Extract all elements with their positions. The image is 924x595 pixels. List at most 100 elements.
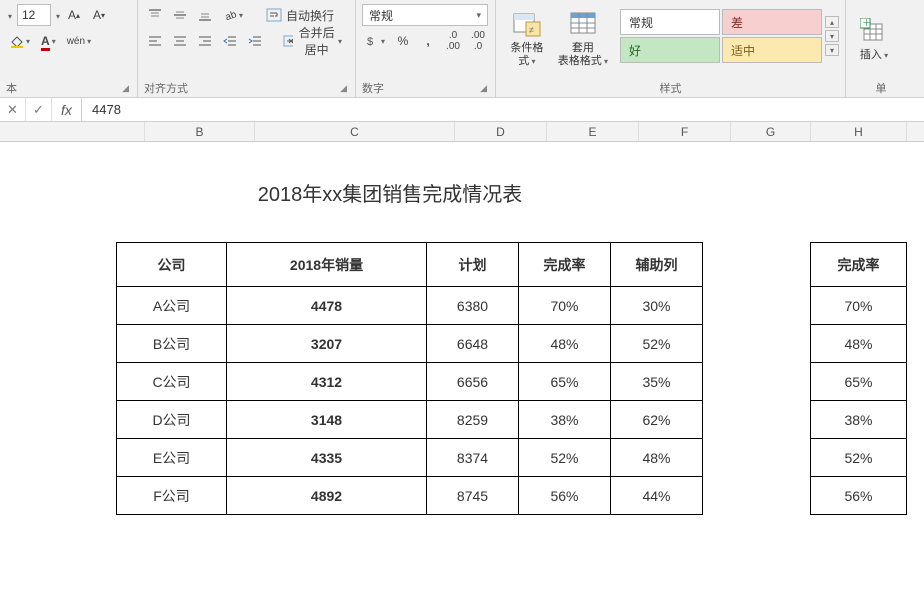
font-dialog-launcher[interactable]: ◢ [120, 83, 131, 94]
cell[interactable]: 4478 [227, 287, 427, 325]
conditional-formatting-button[interactable]: ≠ 条件格式 [502, 3, 552, 73]
cell[interactable]: 38% [811, 401, 907, 439]
decrease-font-button[interactable]: A▾ [88, 4, 110, 26]
cell[interactable]: C公司 [117, 363, 227, 401]
cell[interactable]: 6656 [427, 363, 519, 401]
decrease-decimal-button[interactable]: .00.0 [467, 30, 489, 52]
th-company[interactable]: 公司 [117, 243, 227, 287]
side-data-table: 完成率 70% 48% 65% 38% 52% 56% [810, 242, 907, 515]
cell[interactable]: 70% [811, 287, 907, 325]
cell[interactable]: 8374 [427, 439, 519, 477]
cell[interactable]: 8259 [427, 401, 519, 439]
cell[interactable]: 70% [519, 287, 611, 325]
cell[interactable]: 35% [611, 363, 703, 401]
col-header[interactable]: F [639, 122, 731, 141]
insert-function-button[interactable]: fx [52, 98, 82, 121]
format-as-table-button[interactable]: 套用 表格格式 [552, 3, 614, 73]
style-bad[interactable]: 差 [722, 9, 822, 35]
cell[interactable]: E公司 [117, 439, 227, 477]
style-neutral[interactable]: 适中 [722, 37, 822, 63]
group-label-number: 数字 [362, 80, 384, 96]
cell[interactable]: 52% [519, 439, 611, 477]
cell[interactable]: 6648 [427, 325, 519, 363]
col-header[interactable]: H [811, 122, 907, 141]
align-bottom-button[interactable] [194, 4, 216, 26]
insert-cells-button[interactable]: ＋ 插入 [852, 3, 896, 73]
increase-decimal-button[interactable]: .0.00 [442, 30, 464, 52]
align-right-button[interactable] [194, 30, 216, 52]
col-header[interactable]: B [145, 122, 255, 141]
worksheet-area[interactable]: 2018年xx集团销售完成情况表 公司 2018年销量 计划 完成率 辅助列 A… [0, 142, 924, 595]
accounting-format-button[interactable]: $ [362, 30, 389, 52]
cell[interactable]: 8745 [427, 477, 519, 515]
cell[interactable]: 48% [811, 325, 907, 363]
cell[interactable]: 56% [811, 477, 907, 515]
cell[interactable]: 38% [519, 401, 611, 439]
phonetic-button[interactable]: wén [63, 30, 95, 52]
cancel-edit-button[interactable]: ✕ [0, 98, 26, 121]
col-header[interactable]: G [731, 122, 811, 141]
cell[interactable]: 48% [611, 439, 703, 477]
cell[interactable]: 6380 [427, 287, 519, 325]
th-sales[interactable]: 2018年销量 [227, 243, 427, 287]
style-scroll-down[interactable]: ▾ [825, 30, 839, 42]
increase-font-button[interactable]: A▴ [63, 4, 85, 26]
formula-input[interactable]: 4478 [82, 98, 924, 121]
alignment-dialog-launcher[interactable]: ◢ [338, 83, 349, 94]
fill-color-button[interactable] [6, 30, 34, 52]
col-header-blank[interactable] [0, 122, 145, 141]
cell[interactable]: 52% [811, 439, 907, 477]
increase-indent-button[interactable] [244, 30, 266, 52]
cell[interactable]: 65% [811, 363, 907, 401]
style-gallery-more[interactable]: ▾ [825, 44, 839, 56]
col-header[interactable]: C [255, 122, 455, 141]
cell[interactable]: 62% [611, 401, 703, 439]
col-header[interactable]: D [455, 122, 547, 141]
cell[interactable]: 48% [519, 325, 611, 363]
th-rate[interactable]: 完成率 [519, 243, 611, 287]
percent-format-button[interactable]: % [392, 30, 414, 52]
format-table-icon [568, 10, 598, 38]
font-size-input[interactable]: 12 [17, 4, 51, 26]
cell[interactable]: 30% [611, 287, 703, 325]
align-right-icon [198, 34, 212, 48]
confirm-edit-button[interactable]: ✓ [26, 98, 52, 121]
cell[interactable]: 4312 [227, 363, 427, 401]
comma-format-button[interactable]: , [417, 30, 439, 52]
font-dropdown-edge[interactable] [6, 8, 14, 22]
cell[interactable]: 56% [519, 477, 611, 515]
align-center-button[interactable] [169, 30, 191, 52]
cell[interactable]: 65% [519, 363, 611, 401]
style-good[interactable]: 好 [620, 37, 720, 63]
decrease-indent-button[interactable] [219, 30, 241, 52]
align-left-button[interactable] [144, 30, 166, 52]
wrap-text-button[interactable]: 自动换行 [259, 4, 341, 26]
font-color-button[interactable]: A [37, 30, 60, 52]
number-format-combo[interactable]: 常规 [362, 4, 488, 26]
merge-center-button[interactable]: 合并后居中 [276, 30, 349, 52]
align-left-icon [148, 34, 162, 48]
align-top-button[interactable] [144, 4, 166, 26]
table-row: B公司3207664848%52% [117, 325, 703, 363]
cell[interactable]: 4892 [227, 477, 427, 515]
cell[interactable]: D公司 [117, 401, 227, 439]
cell[interactable]: 4335 [227, 439, 427, 477]
cell[interactable]: F公司 [117, 477, 227, 515]
orientation-button[interactable]: ab [219, 4, 247, 26]
font-size-dropdown[interactable] [54, 8, 60, 22]
cell[interactable]: B公司 [117, 325, 227, 363]
align-middle-button[interactable] [169, 4, 191, 26]
style-scroll-up[interactable]: ▴ [825, 16, 839, 28]
th-side-rate[interactable]: 完成率 [811, 243, 907, 287]
th-aux[interactable]: 辅助列 [611, 243, 703, 287]
cell[interactable]: A公司 [117, 287, 227, 325]
group-label-alignment: 对齐方式 [144, 80, 188, 96]
style-normal[interactable]: 常规 [620, 9, 720, 35]
cell[interactable]: 44% [611, 477, 703, 515]
cell[interactable]: 3148 [227, 401, 427, 439]
th-plan[interactable]: 计划 [427, 243, 519, 287]
number-dialog-launcher[interactable]: ◢ [478, 83, 489, 94]
cell[interactable]: 3207 [227, 325, 427, 363]
col-header[interactable]: E [547, 122, 639, 141]
cell[interactable]: 52% [611, 325, 703, 363]
